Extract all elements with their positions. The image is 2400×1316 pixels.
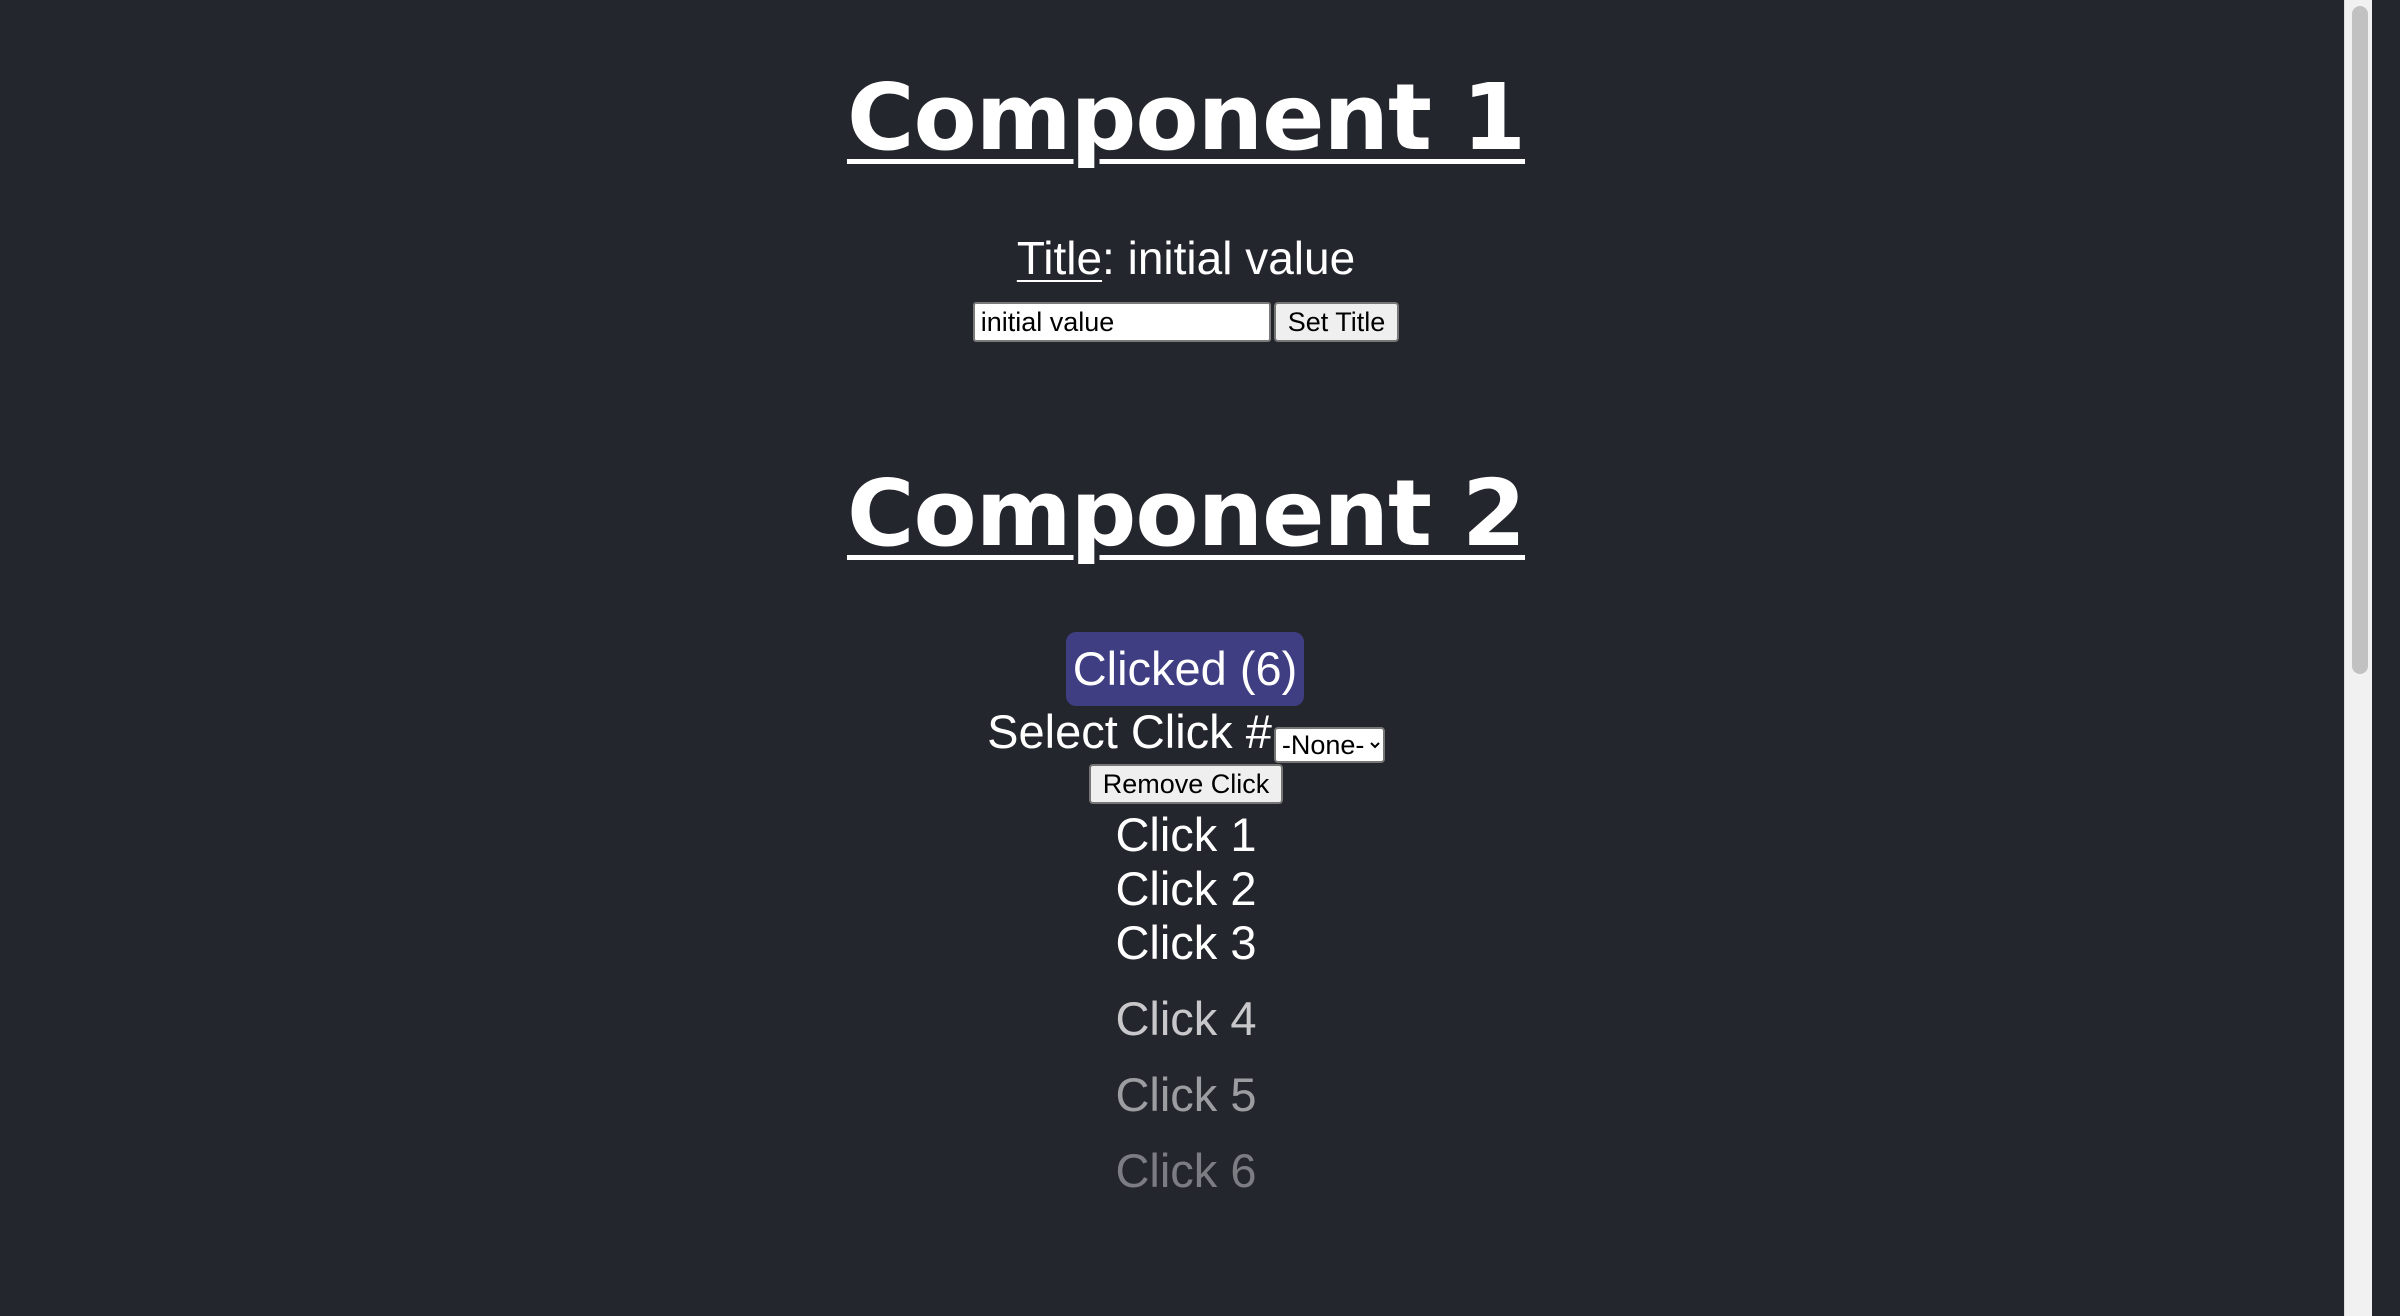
clicked-counter-button[interactable]: Clicked (6) xyxy=(1066,632,1304,706)
scrollbar-thumb[interactable] xyxy=(2352,6,2368,674)
remove-click-button[interactable]: Remove Click xyxy=(1088,764,1284,804)
title-label: Title xyxy=(1016,232,1103,284)
click-list-item: Click 5 xyxy=(1115,1068,1257,1121)
component-2-heading: Component 2 xyxy=(846,460,1526,567)
set-title-button[interactable]: Set Title xyxy=(1273,302,1400,342)
title-value: initial value xyxy=(1127,232,1356,284)
select-click-label: Select Click # xyxy=(987,705,1272,758)
select-click-row: Select Click # -None- xyxy=(0,705,2372,763)
component-1-heading: Component 1 xyxy=(846,64,1526,171)
click-list-item: Click 4 xyxy=(1115,992,1257,1045)
click-list-item: Click 2 xyxy=(1115,862,1257,915)
title-input[interactable] xyxy=(972,302,1271,342)
title-separator: : xyxy=(1102,232,1128,284)
click-list-item: Click 6 xyxy=(1115,1144,1257,1197)
title-display: Title: initial value xyxy=(0,235,2372,281)
click-list-item: Click 3 xyxy=(1115,916,1257,969)
title-form: Set Title xyxy=(0,302,2372,342)
vertical-scrollbar[interactable] xyxy=(2344,0,2372,1316)
click-list-item: Click 1 xyxy=(1115,808,1257,861)
remove-click-row: Remove Click xyxy=(0,764,2372,804)
select-click-dropdown[interactable]: -None- xyxy=(1273,727,1385,763)
app-page: Component 1 Title: initial value Set Tit… xyxy=(0,0,2372,1316)
